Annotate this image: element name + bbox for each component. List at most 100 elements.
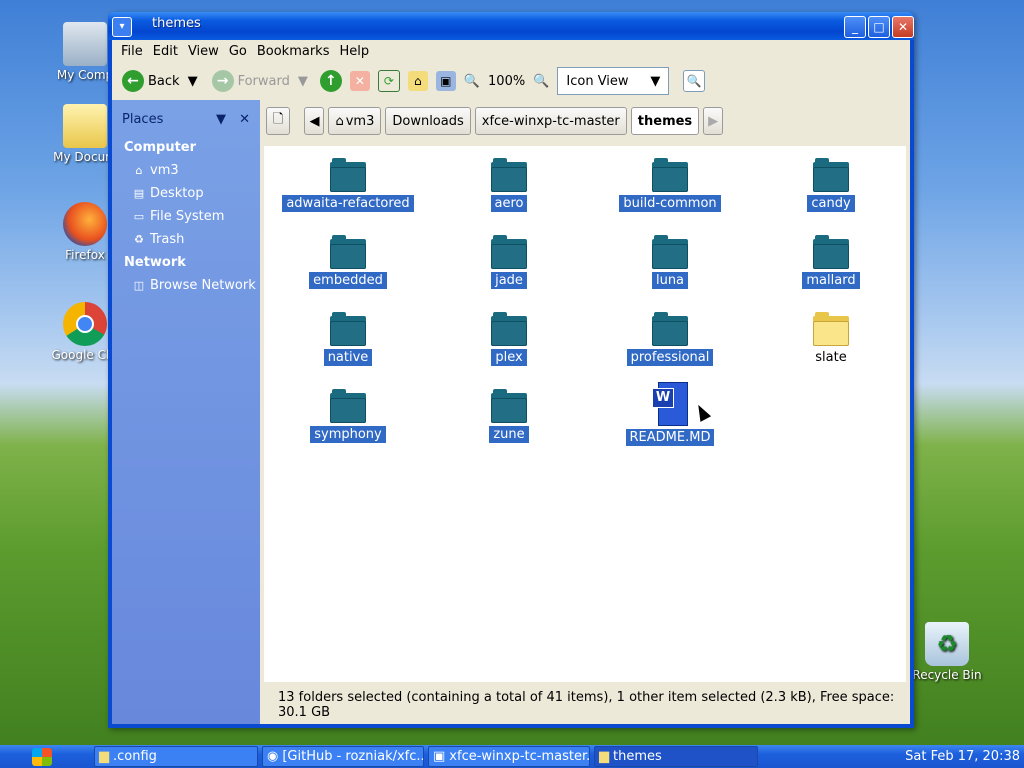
file-manager-window: ▾ themes _ □ ✕ File Edit View Go Bookmar… <box>108 12 914 728</box>
up-button[interactable]: ↑ <box>319 70 342 92</box>
folder-icon <box>330 158 366 192</box>
task-browser[interactable]: ◉ [GitHub - rozniak/xfc... <box>262 746 424 767</box>
file-label: build-common <box>619 195 721 212</box>
sidebar-item-trash[interactable]: ♻ Trash <box>132 232 184 247</box>
desktop-icon-recycle-bin[interactable]: ♻ Recycle Bin <box>902 622 992 682</box>
file-label: symphony <box>310 426 386 443</box>
chrome-icon: ◉ <box>267 749 279 764</box>
drive-icon: ▭ <box>133 209 145 223</box>
folder-icon <box>491 158 527 192</box>
breadcrumb-xfce-winxp-tc-master[interactable]: xfce-winxp-tc-master <box>474 107 627 135</box>
task-config[interactable]: ▆ .config <box>94 746 258 767</box>
file-item[interactable]: adwaita-refactored <box>268 158 428 212</box>
file-label: zune <box>489 426 529 443</box>
zoom-in-button[interactable]: 🔍 <box>533 74 549 89</box>
computer-button[interactable]: ▣ <box>435 71 456 91</box>
zoom-out-button[interactable]: 🔍 <box>464 74 480 89</box>
forward-history-dropdown[interactable]: ▼ <box>298 74 308 89</box>
back-arrow-icon: ← <box>122 70 144 92</box>
task-themes[interactable]: ▆ themes <box>594 746 758 767</box>
zoom-out-icon: 🔍 <box>463 73 481 89</box>
close-sidebar-icon[interactable]: ✕ <box>239 112 250 127</box>
file-label: aero <box>490 195 528 212</box>
file-item[interactable]: professional <box>590 312 750 366</box>
file-item[interactable]: slate <box>751 312 911 366</box>
start-logo-icon <box>32 747 52 766</box>
sidebar-item-label: Browse Network <box>150 278 256 293</box>
folder-icon <box>491 389 527 423</box>
menu-file[interactable]: File <box>121 44 143 59</box>
file-item[interactable]: aero <box>429 158 589 212</box>
close-button[interactable]: ✕ <box>892 16 914 38</box>
file-item[interactable]: zune <box>429 389 589 443</box>
stop-button[interactable]: ✕ <box>349 71 370 91</box>
sidebar-item-label: Trash <box>150 232 185 247</box>
back-history-dropdown[interactable]: ▼ <box>188 74 198 89</box>
file-item[interactable]: mallard <box>751 235 911 289</box>
menu-view[interactable]: View <box>188 44 219 59</box>
file-item[interactable]: embedded <box>268 235 428 289</box>
sidebar-item-desktop[interactable]: ▤ Desktop <box>132 186 204 201</box>
reload-button[interactable]: ⟳ <box>377 70 400 92</box>
search-button[interactable]: 🔍 <box>683 70 706 92</box>
breadcrumb-vm3[interactable]: ⌂ vm3 <box>328 107 382 135</box>
status-bar: 13 folders selected (containing a total … <box>278 690 895 720</box>
breadcrumb-downloads[interactable]: Downloads <box>385 107 471 135</box>
title-bar[interactable]: ▾ themes _ □ ✕ <box>108 12 914 40</box>
path-bar: 🗋 ◀ ⌂ vm3 Downloads xfce-winxp-tc-master … <box>260 100 910 142</box>
path-scroll-right[interactable]: ▶ <box>703 107 724 135</box>
places-title: Places <box>122 112 164 127</box>
folder-icon <box>652 312 688 346</box>
window-menu-button[interactable]: ▾ <box>112 17 132 37</box>
folder-icon <box>330 312 366 346</box>
zoom-level: 100% <box>488 73 526 89</box>
file-item[interactable]: W README.MD <box>590 382 750 446</box>
file-view[interactable]: adwaita-refactored aero build-common can… <box>264 146 906 682</box>
clock[interactable]: Sat Feb 17, 20:38 <box>905 745 1020 768</box>
menu-edit[interactable]: Edit <box>153 44 178 59</box>
sidebar-item-vm3[interactable]: ⌂ vm3 <box>132 163 179 178</box>
task-label: xfce-winxp-tc-master... <box>449 749 590 764</box>
sidebar-item-file-system[interactable]: ▭ File System <box>132 209 225 224</box>
toggle-location-button[interactable]: 🗋 <box>266 107 291 135</box>
file-item[interactable]: candy <box>751 158 911 212</box>
sidebar-item-label: Desktop <box>150 186 204 201</box>
view-mode-value: Icon View <box>566 73 629 89</box>
firefox-icon <box>63 202 107 246</box>
file-label: README.MD <box>625 429 715 446</box>
chevron-down-icon[interactable]: ▼ <box>216 112 226 127</box>
task-terminal[interactable]: ▣ xfce-winxp-tc-master... <box>428 746 590 767</box>
menu-bookmarks[interactable]: Bookmarks <box>257 44 330 59</box>
sidebar-item-browse-network[interactable]: ◫ Browse Network <box>132 278 256 293</box>
folder-icon <box>491 235 527 269</box>
file-item[interactable]: native <box>268 312 428 366</box>
folder-icon <box>813 158 849 192</box>
file-item[interactable]: luna <box>590 235 750 289</box>
home-folder-icon: ⌂ <box>407 71 428 91</box>
file-item[interactable]: symphony <box>268 389 428 443</box>
back-button[interactable]: ← Back <box>122 70 180 92</box>
file-item[interactable]: plex <box>429 312 589 366</box>
computer-icon <box>63 22 107 66</box>
file-item[interactable]: jade <box>429 235 589 289</box>
chrome-icon <box>63 302 107 346</box>
menu-go[interactable]: Go <box>229 44 247 59</box>
back-label: Back <box>148 73 180 89</box>
view-mode-select[interactable]: Icon View ▼ <box>557 67 670 95</box>
path-scroll-left[interactable]: ◀ <box>304 107 325 135</box>
file-item[interactable]: build-common <box>590 158 750 212</box>
window-body: File Edit View Go Bookmarks Help ← Back … <box>112 40 910 724</box>
forward-button[interactable]: → Forward <box>211 70 290 92</box>
maximize-button[interactable]: □ <box>868 16 890 38</box>
breadcrumb-label: themes <box>637 113 693 129</box>
minimize-button[interactable]: _ <box>844 16 866 38</box>
chevron-left-icon: ◀ <box>309 113 320 129</box>
breadcrumb-themes[interactable]: themes <box>630 107 700 135</box>
file-label: mallard <box>802 272 860 289</box>
desktop-icon-label: My Comp <box>56 68 114 82</box>
start-button[interactable] <box>0 745 84 768</box>
menu-help[interactable]: Help <box>339 44 369 59</box>
home-button[interactable]: ⌂ <box>407 71 428 91</box>
folder-icon <box>652 158 688 192</box>
folder-icon <box>491 312 527 346</box>
